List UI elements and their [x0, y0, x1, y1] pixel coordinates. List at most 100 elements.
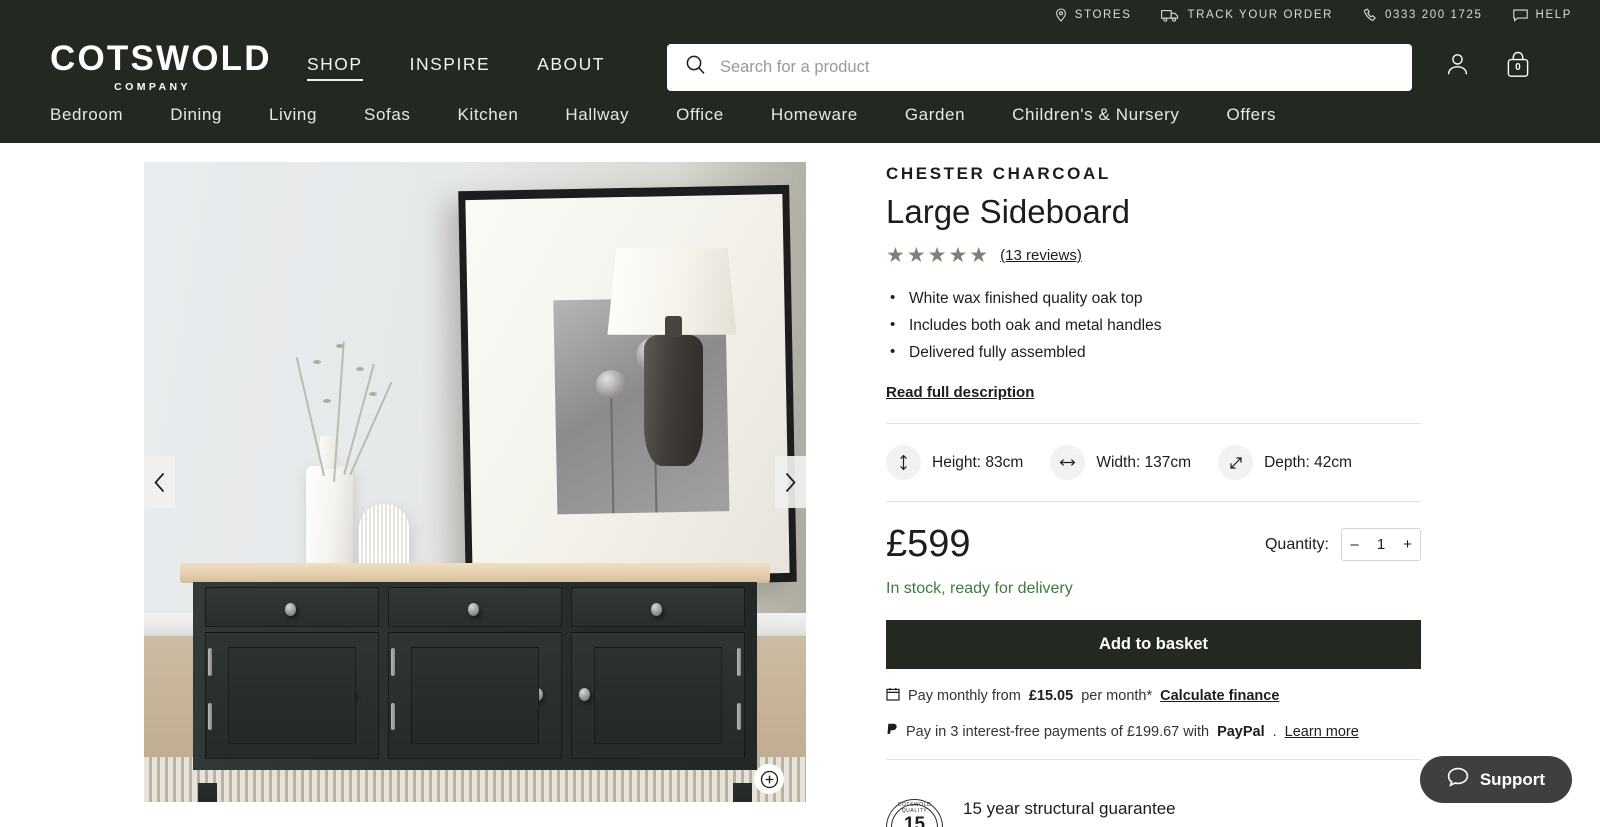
lamp-base — [643, 316, 704, 466]
utility-link-track-order[interactable]: TRACK YOUR ORDER — [1161, 9, 1333, 22]
utility-label: HELP — [1535, 9, 1572, 21]
category-hallway[interactable]: Hallway — [565, 105, 629, 125]
category-kitchen[interactable]: Kitchen — [458, 105, 519, 125]
list-item: Includes both oak and metal handles — [886, 316, 1421, 335]
nav-item-about[interactable]: ABOUT — [537, 54, 605, 81]
product-gallery[interactable] — [144, 162, 806, 802]
utility-label: TRACK YOUR ORDER — [1187, 9, 1333, 21]
product-image — [144, 162, 806, 802]
dimension-label: Width: 137cm — [1096, 453, 1192, 471]
quality-badge-icon: COTSWOLD QUALITY 15 YEARS — [886, 799, 943, 827]
height-arrow-icon — [886, 445, 921, 480]
stock-status: In stock, ready for delivery — [886, 580, 1073, 597]
search-icon — [685, 54, 706, 80]
star-rating[interactable]: ★★★★★ — [886, 243, 990, 268]
finance-amount: £15.05 — [1028, 688, 1074, 704]
utility-link-phone[interactable]: 0333 200 1725 — [1363, 8, 1483, 22]
primary-nav: SHOP INSPIRE ABOUT — [307, 54, 605, 81]
paypal-line: Pay in 3 interest-free payments of £199.… — [886, 723, 1421, 741]
speech-bubble-icon — [1512, 9, 1528, 22]
speech-bubble-icon — [1447, 767, 1469, 792]
quantity-decrement-button[interactable]: – — [1342, 529, 1367, 560]
badge-top-text: COTSWOLD QUALITY — [897, 802, 932, 814]
search-bar[interactable] — [666, 43, 1412, 91]
paypal-prefix: Pay in 3 interest-free payments of £199.… — [906, 724, 1210, 740]
product-info-panel: CHESTER CHARCOAL Large Sideboard ★★★★★ (… — [886, 162, 1421, 827]
width-arrow-icon — [1050, 445, 1086, 480]
feature-list: White wax finished quality oak top Inclu… — [886, 289, 1421, 362]
calendar-icon — [886, 687, 900, 705]
paypal-icon — [886, 723, 898, 741]
utility-label: 0333 200 1725 — [1385, 9, 1483, 21]
category-sofas[interactable]: Sofas — [364, 105, 410, 125]
category-nav: Bedroom Dining Living Sofas Kitchen Hall… — [0, 105, 1600, 143]
quantity-label: Quantity: — [1264, 535, 1329, 553]
site-logo[interactable]: COTSWOLD COMPANY — [50, 39, 272, 93]
gallery-next-button[interactable] — [775, 456, 806, 508]
category-garden[interactable]: Garden — [905, 105, 965, 125]
product-price: £599 — [886, 523, 971, 565]
list-item: Delivered fully assembled — [886, 343, 1421, 362]
reviews-link[interactable]: (13 reviews) — [1000, 247, 1082, 264]
basket-count: 0 — [1515, 61, 1521, 73]
utility-label: STORES — [1074, 9, 1132, 21]
page-title: Large Sideboard — [886, 193, 1131, 230]
read-full-description-link[interactable]: Read full description — [886, 384, 1034, 401]
search-input[interactable] — [719, 57, 1394, 77]
rating-row: ★★★★★ (13 reviews) — [886, 243, 1421, 268]
site-header: STORES TRACK YOUR ORDER 0333 200 1725 HE… — [0, 0, 1600, 143]
framed-picture — [457, 184, 797, 588]
dimension-label: Height: 83cm — [932, 453, 1024, 471]
category-bedroom[interactable]: Bedroom — [50, 105, 123, 125]
page-content: CHESTER CHARCOAL Large Sideboard ★★★★★ (… — [0, 143, 1600, 827]
header-icon-group: 0 — [1444, 51, 1531, 84]
quantity-increment-button[interactable]: + — [1395, 529, 1420, 560]
dimension-depth: Depth: 42cm — [1218, 445, 1352, 480]
paypal-learn-more-link[interactable]: Learn more — [1285, 724, 1359, 740]
logo-wordmark: COTSWOLD — [50, 39, 272, 78]
logo-subtext: COMPANY — [114, 81, 191, 93]
location-pin-icon — [1055, 8, 1067, 22]
quantity-value: 1 — [1376, 536, 1386, 553]
category-office[interactable]: Office — [676, 105, 724, 125]
quantity-stepper: Quantity: – 1 + — [1265, 528, 1421, 561]
nav-item-shop[interactable]: SHOP — [307, 54, 363, 81]
paypal-period: . — [1272, 724, 1277, 740]
guarantee-section: COTSWOLD QUALITY 15 YEARS 15 year struct… — [886, 780, 1421, 827]
phone-icon — [1363, 8, 1377, 22]
finance-suffix: per month* — [1081, 688, 1153, 704]
guarantee-title: 15 year structural guarantee — [963, 799, 1176, 818]
finance-line: Pay monthly from £15.05 per month* Calcu… — [886, 687, 1421, 705]
utility-bar: STORES TRACK YOUR ORDER 0333 200 1725 HE… — [0, 0, 1600, 29]
sideboard-body — [193, 581, 757, 770]
depth-arrow-icon — [1218, 445, 1254, 480]
add-to-basket-button[interactable]: Add to basket — [886, 620, 1421, 669]
account-icon[interactable] — [1444, 51, 1471, 83]
gallery-prev-button[interactable] — [144, 456, 175, 508]
category-offers[interactable]: Offers — [1227, 105, 1277, 125]
support-chat-button[interactable]: Support — [1419, 756, 1572, 803]
product-detail-page: STORES TRACK YOUR ORDER 0333 200 1725 HE… — [0, 0, 1600, 827]
image-zoom-button[interactable] — [754, 764, 784, 794]
category-homeware[interactable]: Homeware — [771, 105, 858, 125]
category-dining[interactable]: Dining — [170, 105, 222, 125]
nav-item-inspire[interactable]: INSPIRE — [410, 54, 491, 81]
dimensions-row: Height: 83cm Width: 137cm Depth: 42cm — [886, 424, 1421, 501]
utility-link-help[interactable]: HELP — [1512, 9, 1572, 22]
dimension-width: Width: 137cm — [1050, 445, 1191, 480]
price-row: £599 Quantity: – 1 + — [886, 502, 1421, 566]
calculate-finance-link[interactable]: Calculate finance — [1160, 688, 1279, 704]
divider — [886, 759, 1421, 760]
dimension-label: Depth: 42cm — [1264, 453, 1352, 471]
dimension-height: Height: 83cm — [886, 445, 1023, 480]
delivery-truck-icon — [1161, 9, 1179, 22]
utility-link-stores[interactable]: STORES — [1055, 8, 1132, 22]
category-childrens-nursery[interactable]: Children's & Nursery — [1012, 105, 1179, 125]
sideboard-furniture — [180, 562, 770, 802]
oak-top — [180, 562, 770, 583]
main-header-bar: COTSWOLD COMPANY SHOP INSPIRE ABOUT Sear… — [0, 29, 1600, 105]
category-living[interactable]: Living — [269, 105, 317, 125]
list-item: White wax finished quality oak top — [886, 289, 1421, 308]
basket-icon[interactable]: 0 — [1505, 51, 1531, 84]
product-brand: CHESTER CHARCOAL — [886, 164, 1111, 183]
